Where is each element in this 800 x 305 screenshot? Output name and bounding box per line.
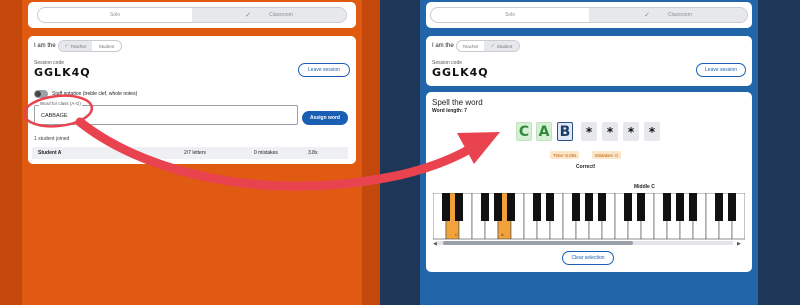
check-icon: ✓ xyxy=(245,12,251,19)
role-switch: ✓ Teacher Student xyxy=(58,40,122,52)
role-student[interactable]: Student xyxy=(92,41,121,51)
piano-black-key[interactable] xyxy=(481,193,489,221)
piano-black-key[interactable] xyxy=(442,193,450,221)
letter-tile-current: B xyxy=(557,122,573,141)
mode-switch: Solo ✓ Classroom xyxy=(430,7,748,23)
mode-tab-solo[interactable]: Solo xyxy=(38,8,192,22)
role-label: I am the xyxy=(34,43,56,49)
piano-black-key[interactable] xyxy=(715,193,723,221)
role-student-label: Student xyxy=(496,43,513,49)
letter-tile: A xyxy=(536,122,552,141)
feedback-text: Correct! xyxy=(576,164,596,170)
class-word-input[interactable]: Word for class (A-G) CABBAGE xyxy=(34,101,298,125)
check-icon: ✓ xyxy=(64,43,69,48)
staff-notation-toggle[interactable] xyxy=(34,90,48,98)
role-teacher[interactable]: Teacher xyxy=(457,41,484,51)
right-session-card: I am the Teacher ✓ Student Session code G… xyxy=(426,36,752,86)
mistakes-badge: Mistakes: 0 xyxy=(592,151,621,159)
leave-session-button[interactable]: Leave session xyxy=(696,63,746,77)
letter-tile: C xyxy=(516,122,532,141)
student-progress: 2/7 letters xyxy=(184,150,206,156)
role-teacher-label: Teacher xyxy=(70,43,87,49)
letter-tile-hidden: * xyxy=(644,122,660,141)
mode-tab-classroom[interactable]: ✓ Classroom xyxy=(589,8,747,22)
staff-notation-label: Staff notation (treble clef, whole notes… xyxy=(52,91,138,97)
piano-black-key[interactable] xyxy=(689,193,697,221)
student-name: Student A xyxy=(38,150,62,156)
mode-switch: Solo ✓ Classroom xyxy=(37,7,347,23)
spell-word-card: Spell the word Word length: 7 C A B * * … xyxy=(426,92,752,272)
piano-black-key[interactable] xyxy=(533,193,541,221)
joined-count: 1 student joined xyxy=(34,136,70,142)
check-icon: ✓ xyxy=(644,12,650,19)
student-row: Student A 2/7 letters 0 mistakes 3.8s xyxy=(32,147,348,159)
scroll-right-icon[interactable]: ▶ xyxy=(737,241,741,247)
leave-session-button[interactable]: Leave session xyxy=(298,63,350,77)
right-mode-card: Solo ✓ Classroom xyxy=(426,2,752,28)
role-teacher[interactable]: ✓ Teacher xyxy=(59,41,92,51)
piano-keyboard[interactable]: C A ◀ ▶ xyxy=(433,193,745,251)
piano-black-key[interactable] xyxy=(728,193,736,221)
piano-black-key[interactable] xyxy=(546,193,554,221)
piano-black-key[interactable] xyxy=(637,193,645,221)
piano-black-key[interactable] xyxy=(624,193,632,221)
keyboard-scrollbar-thumb[interactable] xyxy=(443,241,633,245)
session-code: GGLK4Q xyxy=(34,66,91,79)
class-word-value: CABBAGE xyxy=(41,113,68,119)
letter-tile-hidden: * xyxy=(623,122,639,141)
piano-black-key[interactable] xyxy=(585,193,593,221)
role-label: I am the xyxy=(432,43,454,49)
student-mistakes: 0 mistakes xyxy=(254,150,278,156)
mode-tab-classroom-label: Classroom xyxy=(667,12,692,18)
assign-word-button[interactable]: Assign word xyxy=(302,111,348,125)
piano-black-key[interactable] xyxy=(676,193,684,221)
check-icon: ✓ xyxy=(490,43,495,48)
clear-selection-button[interactable]: Clear selection xyxy=(562,251,614,265)
time-badge: Time: 6.00s xyxy=(550,151,580,159)
piano-black-key[interactable] xyxy=(507,193,515,221)
session-code: GGLK4Q xyxy=(432,66,489,79)
role-switch: Teacher ✓ Student xyxy=(456,40,520,52)
piano-black-key[interactable] xyxy=(455,193,463,221)
class-word-label: Word for class (A-G) xyxy=(39,101,82,106)
piano-black-key[interactable] xyxy=(494,193,502,221)
key-label-a: A xyxy=(501,232,504,237)
spell-title: Spell the word xyxy=(432,98,483,107)
student-time: 3.8s xyxy=(308,150,318,156)
role-student[interactable]: ✓ Student xyxy=(484,41,519,51)
piano-black-key[interactable] xyxy=(572,193,580,221)
piano-black-key[interactable] xyxy=(663,193,671,221)
piano-black-key[interactable] xyxy=(598,193,606,221)
mode-tab-classroom-label: Classroom xyxy=(268,12,293,18)
scroll-left-icon[interactable]: ◀ xyxy=(433,241,437,247)
letter-tile-hidden: * xyxy=(581,122,597,141)
letter-tile-hidden: * xyxy=(602,122,618,141)
left-mode-card: Solo ✓ Classroom xyxy=(28,2,356,28)
middle-c-label: Middle C xyxy=(634,184,655,190)
key-label-c: C xyxy=(455,232,458,237)
left-session-card: I am the ✓ Teacher Student Session code G… xyxy=(28,36,356,164)
mode-tab-classroom[interactable]: ✓ Classroom xyxy=(192,8,346,22)
mode-tab-solo[interactable]: Solo xyxy=(431,8,589,22)
word-length: Word length: 7 xyxy=(432,108,467,114)
